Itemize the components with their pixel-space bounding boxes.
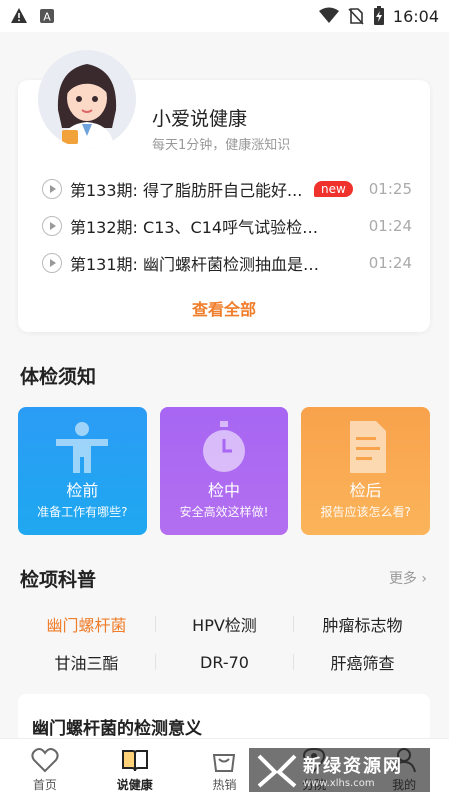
- episode-title: 第133期: 得了脂肪肝自己能好...: [70, 181, 303, 200]
- topic-item[interactable]: DR-70: [156, 644, 293, 680]
- topic-item[interactable]: HPV检测: [156, 606, 293, 642]
- tab-talk-health[interactable]: 说健康: [90, 739, 180, 800]
- play-icon[interactable]: [42, 179, 62, 199]
- play-icon[interactable]: [42, 253, 62, 273]
- bag-icon: [213, 753, 236, 772]
- tile-subtitle: 准备工作有哪些?: [37, 505, 128, 519]
- tile-title: 检中: [208, 481, 241, 500]
- tile-after-checkup[interactable]: 检后 报告应该怎么看?: [301, 407, 431, 535]
- topic-item[interactable]: 肿瘤标志物: [294, 606, 431, 642]
- new-badge: new: [314, 181, 353, 197]
- wifi-icon: [318, 7, 339, 23]
- podcast-subtitle: 每天1分钟，健康涨知识: [152, 138, 291, 153]
- status-time: 16:04: [392, 6, 439, 26]
- book-icon: [121, 749, 148, 771]
- tile-title: 检后: [349, 481, 382, 500]
- article-title: 幽门螺杆菌的检测意义: [32, 719, 202, 739]
- episode-item[interactable]: 第133期: 得了脂肪肝自己能好... new 01:25: [42, 174, 412, 204]
- watermark-title: 新绿资源网: [303, 755, 403, 777]
- episode-item[interactable]: 第132期: C13、C14呼气试验检查前... 01:24: [42, 211, 412, 241]
- tile-during-checkup[interactable]: 检中 安全高效这样做!: [159, 407, 289, 535]
- episode-item[interactable]: 第131期: 幽门螺杆菌检测抽血是阳性... 01:24: [42, 248, 412, 278]
- tile-subtitle: 安全高效这样做!: [179, 505, 269, 519]
- tile-title: 检前: [66, 481, 99, 500]
- episode-duration: 01:24: [368, 217, 412, 235]
- more-link[interactable]: 更多 ›: [389, 568, 427, 588]
- status-bar: A 16:04: [0, 0, 449, 32]
- episode-title: 第131期: 幽门螺杆菌检测抽血是阳性...: [70, 255, 332, 274]
- a-box-icon: A: [40, 9, 54, 24]
- science-title: 检项科普: [20, 569, 97, 591]
- heart-icon: [31, 747, 59, 772]
- tile-before-checkup[interactable]: 检前 准备工作有哪些?: [18, 407, 147, 535]
- watermark-logo: [257, 754, 297, 788]
- svg-text:A: A: [43, 11, 51, 24]
- topic-item[interactable]: 肝癌筛查: [294, 644, 431, 680]
- stopwatch-icon: [203, 421, 245, 472]
- more-label: 更多: [388, 571, 417, 587]
- podcast-card: 小爱说健康 每天1分钟，健康涨知识 第133期: 得了脂肪肝自己能好... ne…: [18, 50, 430, 332]
- tab-label: 首页: [32, 777, 57, 792]
- watermark: 新绿资源网 www.xlhs.com: [249, 748, 430, 792]
- episode-duration: 01:24: [368, 254, 412, 272]
- tab-label: 热销: [212, 777, 237, 792]
- warning-icon: [11, 8, 27, 23]
- watermark-url: www.xlhs.com: [303, 777, 375, 789]
- tile-subtitle: 报告应该怎么看?: [320, 505, 411, 519]
- checkup-guide-title: 体检须知: [20, 366, 97, 388]
- play-icon[interactable]: [42, 216, 62, 236]
- tab-home[interactable]: 首页: [0, 739, 90, 800]
- episode-title: 第132期: C13、C14呼气试验检查前...: [70, 218, 332, 237]
- battery-charging-icon: [373, 6, 384, 25]
- report-icon: [349, 421, 386, 473]
- checkup-tiles: 检前 准备工作有哪些? 检中 安全高效这样做! 检后 报告应该怎么看?: [18, 407, 431, 535]
- person-icon: [56, 422, 109, 473]
- host-avatar: [38, 50, 136, 148]
- topic-item[interactable]: 甘油三酯: [18, 644, 155, 680]
- topic-item[interactable]: 幽门螺杆菌: [18, 606, 155, 642]
- chevron-right-icon: ›: [421, 571, 427, 587]
- tab-label: 说健康: [116, 777, 153, 792]
- topic-grid: 幽门螺杆菌 HPV检测 肿瘤标志物 甘油三酯 DR-70 肝癌筛查: [18, 606, 430, 682]
- view-all-button[interactable]: 查看全部: [18, 296, 430, 320]
- no-sim-icon: [348, 8, 364, 25]
- episode-duration: 01:25: [368, 180, 412, 198]
- podcast-title: 小爱说健康: [152, 108, 248, 130]
